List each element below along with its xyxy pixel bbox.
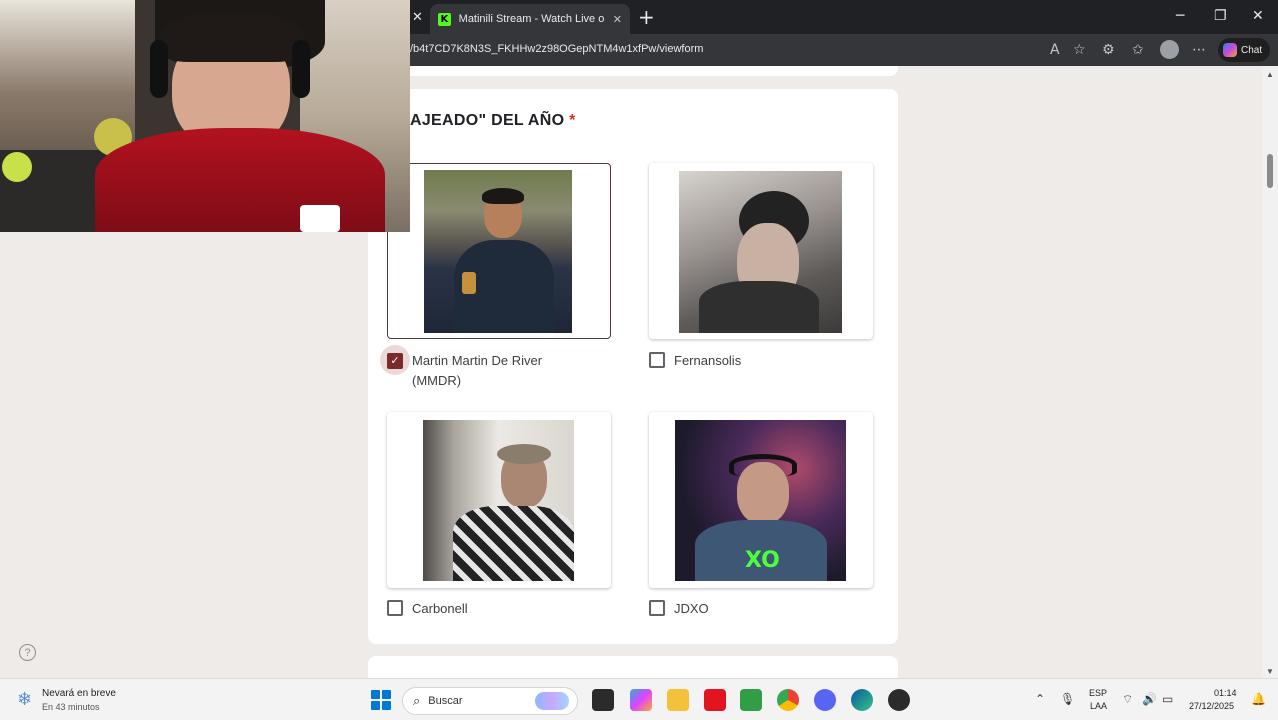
photo-man-lying	[679, 171, 842, 333]
option-row-2[interactable]: Fernansolis	[649, 351, 741, 371]
favorite-star-icon[interactable]: ☆	[1073, 42, 1086, 58]
app-red-icon[interactable]	[704, 689, 726, 711]
question-title: AJEADO" DEL AÑO *	[410, 112, 576, 130]
question-card: AJEADO" DEL AÑO * ✓ Martin Martin De Riv…	[368, 89, 898, 644]
help-icon[interactable]: ?	[19, 644, 36, 661]
photo-overlay-text: XO	[745, 548, 780, 573]
checkbox-checked[interactable]: ✓	[387, 352, 403, 369]
photo-streamer: XO	[675, 420, 846, 581]
wifi-icon[interactable]: ⌔	[1122, 692, 1133, 707]
language-code[interactable]: ESP	[1089, 688, 1107, 698]
search-placeholder: Buscar	[428, 695, 463, 707]
chat-label: Chat	[1241, 44, 1263, 56]
store-icon[interactable]	[740, 689, 762, 711]
discord-icon[interactable]	[814, 689, 836, 711]
windows-taskbar: ❄ Nevará en breve En 43 minutos ⌕ Buscar…	[0, 678, 1278, 720]
option-image-2[interactable]	[649, 163, 873, 339]
webcam-overlay	[0, 0, 410, 232]
tab-title: Matinili Stream - Watch Live on Ki	[458, 13, 605, 25]
minimize-icon[interactable]: ─	[1176, 8, 1184, 24]
profile-avatar[interactable]	[1160, 40, 1179, 59]
new-tab-button[interactable]: +	[638, 5, 655, 29]
photo-man-seated	[424, 170, 572, 333]
kick-favicon-icon: K	[438, 12, 451, 26]
required-asterisk: *	[569, 112, 576, 129]
favorites-icon[interactable]: ✩	[1132, 42, 1144, 58]
snow-weather-icon[interactable]: ❄	[17, 689, 37, 710]
copilot-app-icon[interactable]	[630, 689, 652, 711]
option-label-1: Martin Martin De River (MMDR)	[412, 353, 543, 388]
option-label-3: Carbonell	[412, 601, 468, 616]
option-image-3[interactable]	[387, 412, 611, 588]
weather-subtitle: En 43 minutos	[42, 702, 100, 712]
scroll-up-arrow-icon[interactable]: ▲	[1266, 70, 1274, 79]
copilot-chat-button[interactable]: Chat	[1218, 38, 1270, 62]
url-text[interactable]: /b4t7CD7K8N3S_FKHHw2z98OGepNTM4w1xfPw/vi…	[410, 43, 703, 55]
tab-kick-stream[interactable]: K Matinili Stream - Watch Live on Ki ✕	[430, 4, 630, 34]
search-highlight-icon	[535, 692, 569, 710]
option-label-2: Fernansolis	[674, 353, 742, 368]
checkbox-ripple: ✓	[380, 345, 410, 375]
option-image-1[interactable]	[387, 163, 611, 339]
option-row-1[interactable]: ✓ Martin Martin De River (MMDR)	[380, 345, 582, 391]
start-button[interactable]	[371, 690, 391, 710]
weather-title[interactable]: Nevará en breve	[42, 688, 116, 699]
previous-tab-close-icon[interactable]: ✕	[412, 9, 423, 25]
obs-icon[interactable]	[888, 689, 910, 711]
previous-card	[368, 66, 898, 76]
clock-time[interactable]: 01:14	[1214, 688, 1237, 698]
checkbox-unchecked[interactable]	[649, 600, 665, 616]
extensions-icon[interactable]: ⚙	[1102, 42, 1115, 58]
checkbox-unchecked[interactable]	[387, 600, 403, 616]
next-card	[368, 656, 898, 678]
option-row-4[interactable]: JDXO	[649, 599, 709, 619]
edge-icon[interactable]	[851, 689, 873, 711]
taskbar-search[interactable]: ⌕ Buscar	[402, 687, 578, 715]
scroll-down-arrow-icon[interactable]: ▼	[1266, 667, 1274, 676]
keyboard-layout[interactable]: LAA	[1090, 701, 1107, 711]
option-row-3[interactable]: Carbonell	[387, 599, 468, 619]
copilot-icon	[1223, 43, 1237, 57]
photo-man-standing	[423, 420, 574, 581]
question-text: AJEADO" DEL AÑO	[410, 112, 565, 129]
more-menu-icon[interactable]: ⋯	[1192, 42, 1206, 58]
scroll-thumb[interactable]	[1267, 154, 1273, 188]
page-scrollbar[interactable]: ▲ ▼	[1262, 66, 1278, 678]
volume-icon[interactable]: 🔊	[1142, 692, 1157, 706]
battery-icon[interactable]: ▭	[1162, 692, 1173, 706]
tab-close-icon[interactable]: ✕	[613, 13, 622, 26]
read-aloud-icon[interactable]: A	[1050, 42, 1060, 58]
tray-overflow-chevron-icon[interactable]: ⌃	[1035, 692, 1045, 706]
chrome-icon[interactable]	[777, 689, 799, 711]
microphone-icon[interactable]: 🎙	[1060, 692, 1075, 706]
option-label-4: JDXO	[674, 601, 709, 616]
file-explorer-icon[interactable]	[667, 689, 689, 711]
clock-date[interactable]: 27/12/2025	[1189, 701, 1234, 711]
search-icon: ⌕	[413, 693, 421, 709]
maximize-icon[interactable]: ❐	[1214, 8, 1227, 24]
task-view-icon[interactable]	[592, 689, 614, 711]
close-window-icon[interactable]: ✕	[1252, 8, 1264, 24]
notification-bell-icon[interactable]: 🔔	[1251, 692, 1266, 706]
option-image-4[interactable]: XO	[649, 412, 873, 588]
checkbox-unchecked[interactable]	[649, 352, 665, 368]
